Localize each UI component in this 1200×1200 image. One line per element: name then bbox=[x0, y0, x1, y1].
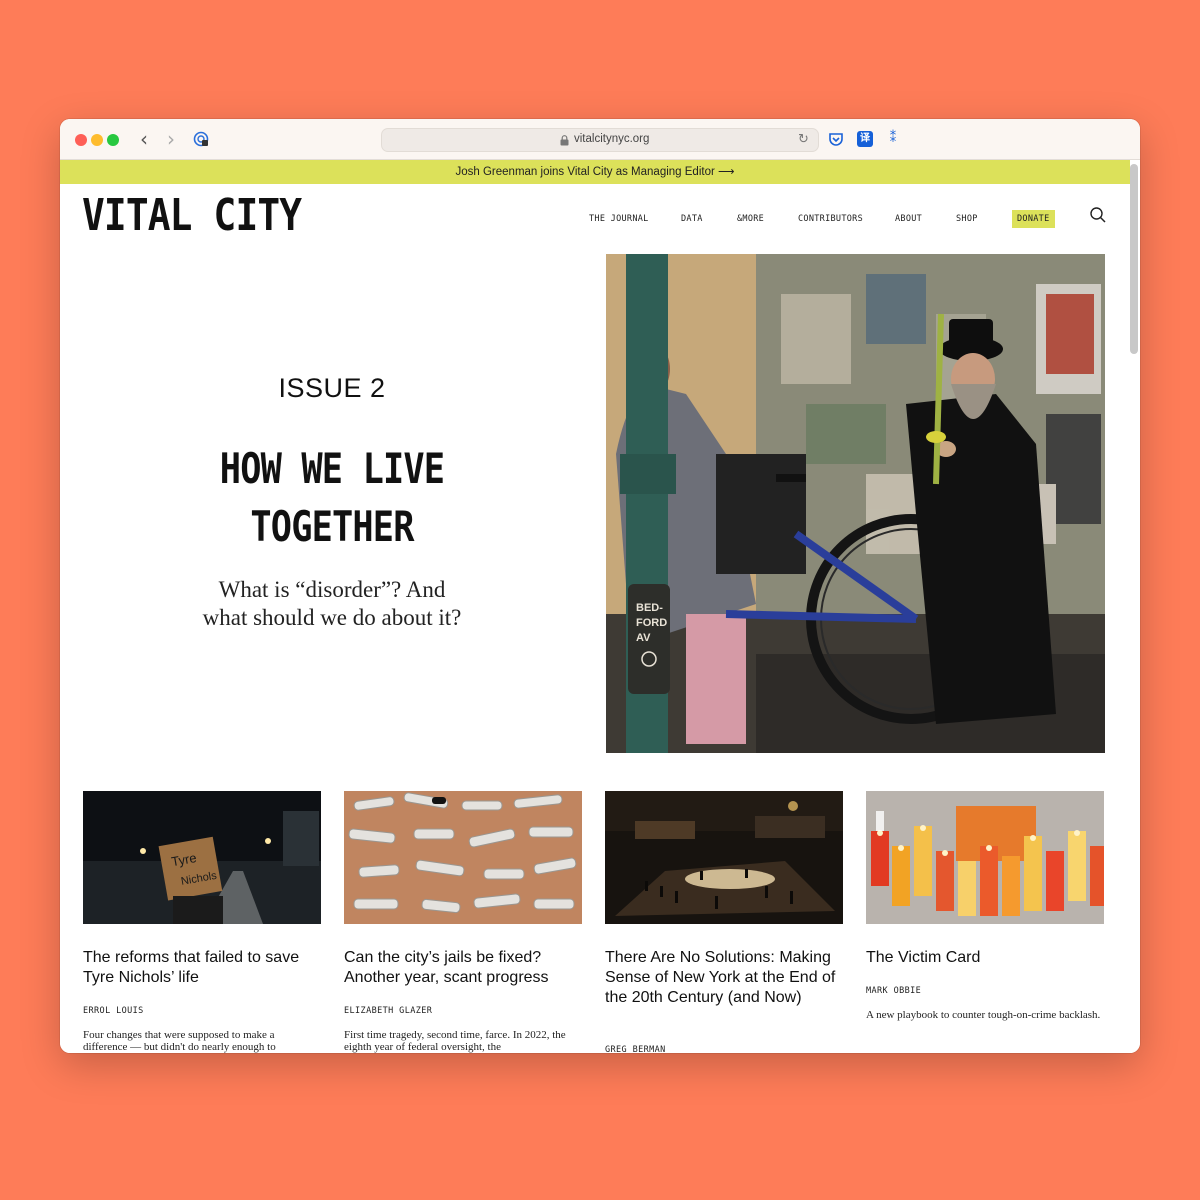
browser-window: ‹ › vitalcitynyc.org ↻ 译 ⁑ Josh Greenman… bbox=[60, 119, 1140, 1053]
article-image-2-illustration bbox=[344, 791, 582, 924]
nav-about[interactable]: ABOUT bbox=[895, 210, 922, 228]
article-image-4[interactable] bbox=[866, 791, 1104, 924]
issue-subtitle-line2: what should we do about it? bbox=[202, 605, 462, 630]
article-image-1[interactable]: Tyre Nichols bbox=[83, 791, 321, 924]
article-description-2: First time tragedy, second time, farce. … bbox=[344, 1029, 566, 1053]
close-window-button[interactable] bbox=[75, 134, 87, 146]
site-logo[interactable]: VITAL CITY bbox=[82, 193, 302, 239]
svg-text:BED-: BED- bbox=[636, 602, 663, 614]
stars-icon[interactable]: ⁑ bbox=[885, 131, 901, 147]
address-bar[interactable]: vitalcitynyc.org ↻ bbox=[381, 128, 819, 152]
lock-icon bbox=[560, 135, 569, 146]
hero-photo[interactable]: BED- FORD AV bbox=[606, 254, 1105, 753]
pocket-icon[interactable] bbox=[828, 131, 844, 147]
issue-label: ISSUE 2 bbox=[278, 373, 386, 403]
nav-shop[interactable]: SHOP bbox=[956, 210, 978, 228]
reload-icon[interactable]: ↻ bbox=[798, 132, 812, 148]
article-title-3[interactable]: There Are No Solutions: Making Sense of … bbox=[605, 948, 843, 1008]
article-image-4-illustration bbox=[866, 791, 1104, 924]
web-page: Josh Greenman joins Vital City as Managi… bbox=[60, 160, 1140, 1053]
nav-and-more[interactable]: &MORE bbox=[737, 210, 764, 228]
svg-text:AV: AV bbox=[636, 632, 651, 644]
article-image-2[interactable] bbox=[344, 791, 582, 924]
search-icon[interactable] bbox=[1089, 206, 1107, 224]
nav-the-journal[interactable]: THE JOURNAL bbox=[589, 210, 649, 228]
article-description-1: Four changes that were supposed to make … bbox=[83, 1029, 276, 1053]
svg-text:FORD: FORD bbox=[636, 617, 667, 629]
back-arrow-icon[interactable]: ‹ bbox=[134, 128, 154, 150]
browser-toolbar: ‹ › vitalcitynyc.org ↻ 译 ⁑ bbox=[60, 119, 1140, 160]
issue-subtitle: What is “disorder”? And what should we d… bbox=[172, 576, 492, 632]
article-author-1[interactable]: ERROL LOUIS bbox=[83, 1006, 321, 1016]
article-author-4[interactable]: MARK OBBIE bbox=[866, 986, 1104, 996]
issue-subtitle-line1: What is “disorder”? And bbox=[218, 577, 446, 602]
issue-title[interactable]: HOW WE LIVE TOGETHER bbox=[172, 440, 491, 556]
issue-title-line1: HOW WE LIVE bbox=[219, 444, 445, 493]
zoom-window-button[interactable] bbox=[107, 134, 119, 146]
article-title-2[interactable]: Can the city’s jails be fixed? Another y… bbox=[344, 948, 582, 988]
privacy-report-icon[interactable] bbox=[192, 130, 210, 148]
minimize-window-button[interactable] bbox=[91, 134, 103, 146]
nav-data[interactable]: DATA bbox=[681, 210, 703, 228]
page-scrollbar[interactable] bbox=[1130, 164, 1138, 354]
url-text: vitalcitynyc.org bbox=[574, 133, 650, 145]
article-author-2[interactable]: ELIZABETH GLAZER bbox=[344, 1006, 582, 1016]
announcement-banner[interactable]: Josh Greenman joins Vital City as Managi… bbox=[60, 160, 1130, 184]
article-image-3[interactable] bbox=[605, 791, 843, 924]
article-image-3-illustration bbox=[605, 791, 843, 924]
donate-button[interactable]: DONATE bbox=[1012, 210, 1055, 228]
nav-contributors[interactable]: CONTRIBUTORS bbox=[798, 210, 863, 228]
article-title-4[interactable]: The Victim Card bbox=[866, 948, 1104, 968]
forward-arrow-icon[interactable]: › bbox=[161, 128, 181, 150]
article-description-4: A new playbook to counter tough-on-crime… bbox=[866, 1009, 1101, 1021]
hero-photo-illustration: BED- FORD AV bbox=[606, 254, 1105, 753]
translate-icon[interactable]: 译 bbox=[857, 131, 873, 147]
article-image-1-illustration: Tyre Nichols bbox=[83, 791, 321, 924]
issue-title-line2: TOGETHER bbox=[250, 502, 414, 551]
article-title-1[interactable]: The reforms that failed to save Tyre Nic… bbox=[83, 948, 321, 988]
article-author-3[interactable]: GREG BERMAN bbox=[605, 1045, 843, 1053]
